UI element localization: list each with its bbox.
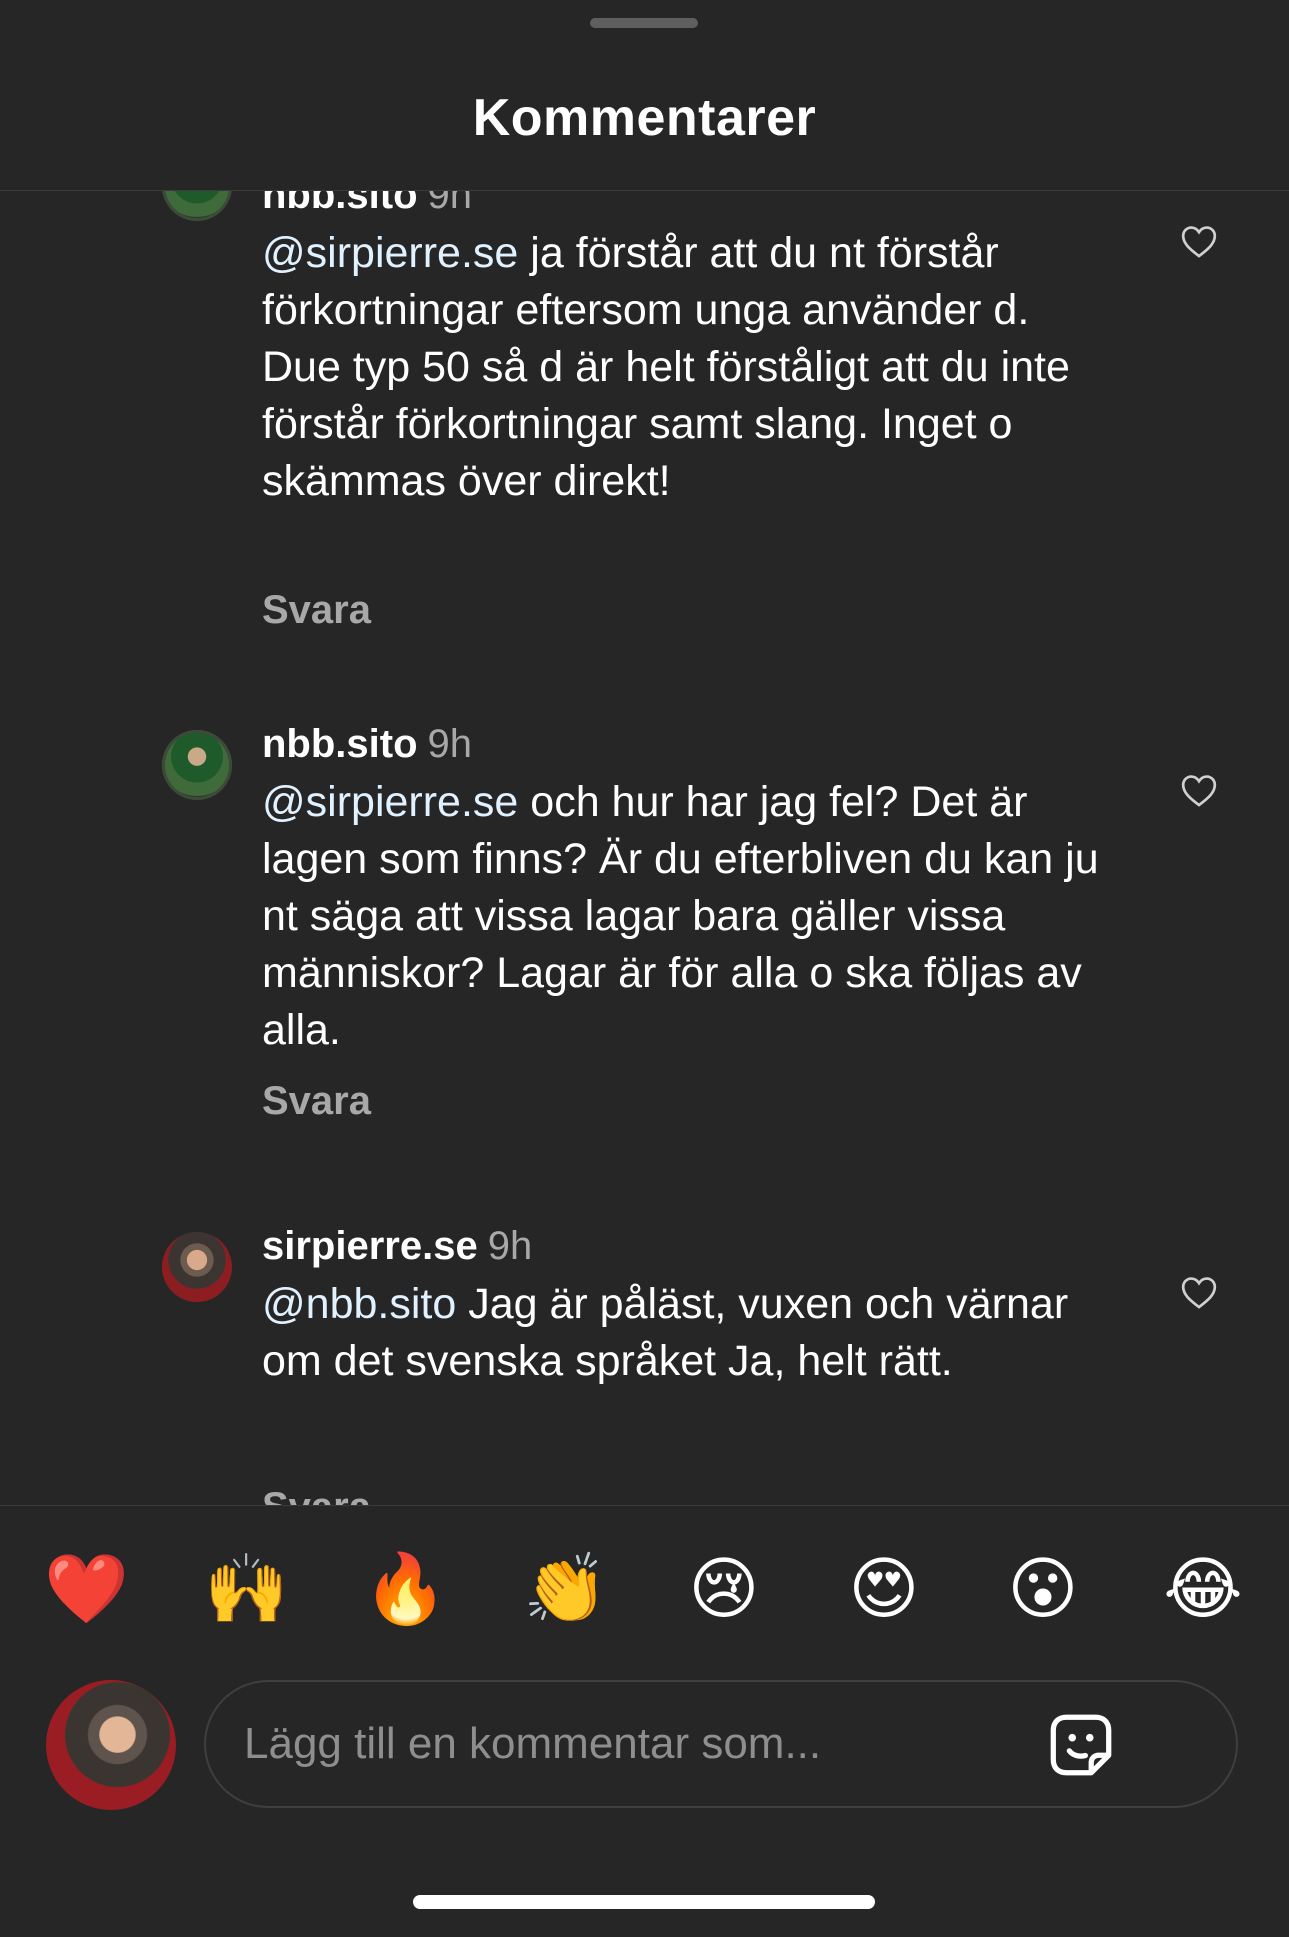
reply-button[interactable]: Svara (262, 1079, 371, 1124)
comment-username[interactable]: nbb.sito (262, 722, 418, 766)
comments-list[interactable]: nbb.sito 9h @sirpierre.se ja förstår att … (0, 191, 1289, 1505)
current-user-avatar (46, 1680, 176, 1810)
quick-reactions: ❤️ 🙌 🔥 👏 😢 😍 😮 😂 (0, 1548, 1289, 1632)
red-heart-emoji[interactable]: ❤️ (44, 1548, 129, 1632)
fire-emoji[interactable]: 🔥 (363, 1548, 448, 1632)
comment-meta: nbb.sito 9h (262, 191, 472, 218)
comment-time: 9h (487, 1224, 533, 1268)
comment-username[interactable]: sirpierre.se (262, 1224, 478, 1268)
sheet-grabber[interactable] (590, 18, 698, 28)
comment-text: @nbb.sito Jag är påläst, vuxen och värna… (262, 1276, 1112, 1390)
reply-button[interactable]: Svara (262, 1485, 371, 1505)
comment-time: 9h (427, 722, 473, 766)
home-indicator (413, 1895, 875, 1909)
sticker-icon[interactable] (1046, 1710, 1116, 1780)
reply-button[interactable]: Svara (262, 588, 371, 633)
comment-meta: sirpierre.se 9h (262, 1223, 532, 1269)
tears-of-joy-emoji[interactable]: 😂 (1161, 1548, 1245, 1632)
page-title: Kommentarer (472, 89, 817, 147)
comment-mention[interactable]: @sirpierre.se (262, 778, 518, 826)
raising-hands-emoji[interactable]: 🙌 (204, 1548, 289, 1632)
clapping-hands-emoji[interactable]: 👏 (523, 1548, 608, 1632)
crying-face-emoji[interactable]: 😢 (682, 1548, 766, 1632)
surprised-face-emoji[interactable]: 😮 (1001, 1548, 1085, 1632)
composer-divider (0, 1505, 1289, 1506)
heart-eyes-emoji[interactable]: 😍 (842, 1548, 926, 1632)
like-heart-icon[interactable] (1180, 772, 1218, 808)
comment-text: @sirpierre.se ja förstår att du nt först… (262, 225, 1112, 510)
comment-time: 9h (427, 191, 473, 217)
comment-text: @sirpierre.se och hur har jag fel? Det ä… (262, 774, 1112, 1059)
avatar[interactable] (162, 1232, 232, 1302)
like-heart-icon[interactable] (1180, 1274, 1218, 1310)
like-heart-icon[interactable] (1180, 223, 1218, 259)
comment-mention[interactable]: @nbb.sito (262, 1280, 456, 1328)
comment-input[interactable]: Lägg till en kommentar som... (204, 1680, 1238, 1808)
comment-username[interactable]: nbb.sito (262, 191, 418, 217)
avatar[interactable] (162, 191, 232, 221)
comment-mention[interactable]: @sirpierre.se (262, 229, 518, 277)
comment-input-placeholder: Lägg till en kommentar som... (244, 1719, 822, 1768)
comment-meta: nbb.sito 9h (262, 721, 472, 767)
avatar[interactable] (162, 730, 232, 800)
